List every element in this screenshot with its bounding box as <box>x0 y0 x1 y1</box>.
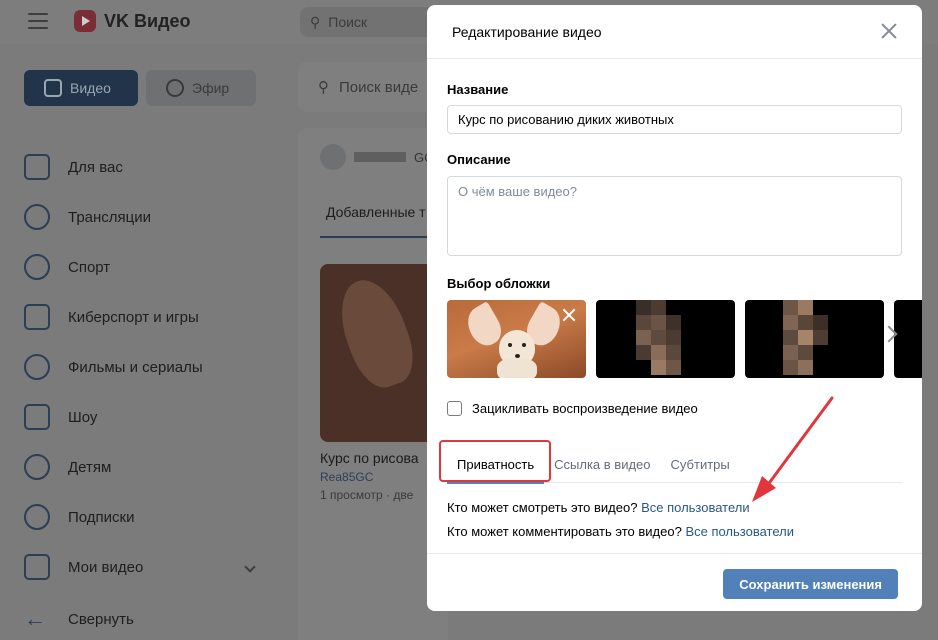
kids-icon <box>24 454 50 480</box>
tab-video-link[interactable]: Ссылка в видео <box>544 445 660 483</box>
tab-added-underline <box>320 236 440 238</box>
close-icon[interactable] <box>880 22 898 40</box>
cover-option-partial[interactable] <box>894 300 922 378</box>
sidebar: Для вас Трансляции Спорт Киберспорт и иг… <box>24 142 264 592</box>
view-privacy-question: Кто может смотреть это видео? <box>447 500 638 515</box>
content-panel: GC Добавленные т Курс по рисова Rea85GC … <box>298 128 448 640</box>
name-label: Название <box>447 82 509 97</box>
cover-option-selected[interactable] <box>447 300 586 378</box>
film-reel-icon <box>24 354 50 380</box>
chevron-down-icon[interactable] <box>244 561 256 573</box>
gamepad-icon <box>24 304 50 330</box>
logo-text: VK Видео <box>104 10 191 31</box>
modal-header: Редактирование видео <box>427 5 922 59</box>
cover-option[interactable] <box>745 300 884 378</box>
live-icon <box>166 79 184 97</box>
group-avatar-icon <box>320 144 346 170</box>
sidebar-item-films[interactable]: Фильмы и сериалы <box>24 342 264 392</box>
sidebar-item-label: Трансляции <box>68 208 152 226</box>
sidebar-item-label: Спорт <box>68 258 111 276</box>
video-name-input[interactable] <box>447 105 902 134</box>
broadcast-icon <box>24 204 50 230</box>
sidebar-item-my-videos[interactable]: Мои видео <box>24 542 264 592</box>
cover-picker <box>447 300 922 378</box>
blurred-channel-name <box>354 152 406 162</box>
comment-privacy-link[interactable]: Все пользователи <box>685 524 794 539</box>
video-title[interactable]: Курс по рисова <box>320 450 419 466</box>
vk-video-logo-icon <box>74 10 96 32</box>
search-icon: ⚲ <box>310 13 321 30</box>
sidebar-item-subscriptions[interactable]: Подписки <box>24 492 264 542</box>
view-privacy-row: Кто может смотреть это видео? Все пользо… <box>447 500 750 515</box>
sidebar-item-kids[interactable]: Детям <box>24 442 264 492</box>
remove-cover-icon[interactable] <box>562 308 576 322</box>
comment-privacy-row: Кто может комментировать это видео? Все … <box>447 524 794 539</box>
edit-video-modal: Редактирование видео Название Описание В… <box>427 5 922 611</box>
collapse-label: Свернуть <box>68 610 134 628</box>
sidebar-item-label: Мои видео <box>68 558 144 576</box>
top-search-input[interactable]: ⚲ Поиск <box>300 7 440 37</box>
video-description-input[interactable] <box>447 176 902 256</box>
basketball-icon <box>24 254 50 280</box>
my-videos-icon <box>24 554 50 580</box>
loop-option[interactable]: Зацикливать воспроизведение видео <box>447 401 698 416</box>
top-search-placeholder: Поиск <box>328 14 368 30</box>
cover-option[interactable] <box>596 300 735 378</box>
tab-video[interactable]: Видео <box>24 70 138 106</box>
menu-icon[interactable] <box>28 13 48 29</box>
description-label: Описание <box>447 152 511 167</box>
sidebar-item-esports[interactable]: Киберспорт и игры <box>24 292 264 342</box>
arrow-left-icon: ← <box>24 606 46 631</box>
collapse-sidebar-button[interactable]: ← Свернуть <box>24 608 134 630</box>
sidebar-item-label: Шоу <box>68 408 98 426</box>
video-thumbnail[interactable] <box>320 264 440 442</box>
content-search-placeholder: Поиск виде <box>339 78 419 96</box>
rss-icon <box>24 504 50 530</box>
channel-row[interactable]: GC <box>320 144 434 170</box>
sidebar-item-show[interactable]: Шоу <box>24 392 264 442</box>
sidebar-item-label: Для вас <box>68 158 123 176</box>
loop-label: Зацикливать воспроизведение видео <box>472 401 698 416</box>
search-icon: ⚲ <box>318 79 329 96</box>
video-author[interactable]: Rea85GC <box>320 470 373 484</box>
tv-icon <box>24 404 50 430</box>
modal-footer: Сохранить изменения <box>427 553 922 611</box>
cover-label: Выбор обложки <box>447 276 551 291</box>
sidebar-item-label: Киберспорт и игры <box>68 308 199 326</box>
view-privacy-link[interactable]: Все пользователи <box>641 500 750 515</box>
sidebar-item-for-you[interactable]: Для вас <box>24 142 264 192</box>
logo[interactable]: VK Видео <box>74 10 191 32</box>
save-button[interactable]: Сохранить изменения <box>723 569 898 599</box>
sidebar-item-label: Детям <box>68 458 112 476</box>
annotation-highlight-box <box>439 440 551 482</box>
tab-added[interactable]: Добавленные т <box>326 204 426 220</box>
sidebar-item-sport[interactable]: Спорт <box>24 242 264 292</box>
comment-privacy-question: Кто может комментировать это видео? <box>447 524 682 539</box>
sidebar-item-label: Фильмы и сериалы <box>68 358 203 376</box>
sidebar-item-label: Подписки <box>68 508 135 526</box>
loop-checkbox[interactable] <box>447 401 462 416</box>
video-library-icon <box>44 79 62 97</box>
tab-live-label: Эфир <box>192 80 230 96</box>
tab-live[interactable]: Эфир <box>146 70 256 106</box>
video-stats: 1 просмотр · две <box>320 488 414 502</box>
tab-video-label: Видео <box>70 80 111 96</box>
modal-title: Редактирование видео <box>452 24 602 40</box>
tab-subtitles[interactable]: Субтитры <box>661 445 740 483</box>
thumbs-up-icon <box>24 154 50 180</box>
sidebar-item-broadcasts[interactable]: Трансляции <box>24 192 264 242</box>
